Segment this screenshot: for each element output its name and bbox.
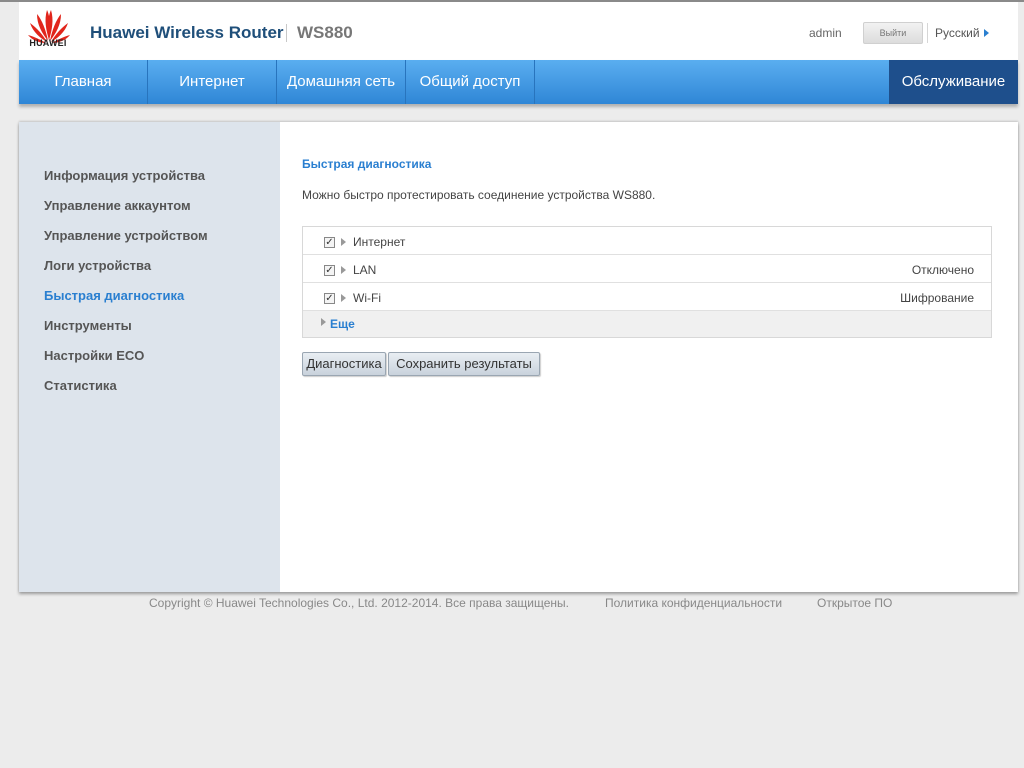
brand-title: Huawei Wireless Router xyxy=(90,23,284,42)
logo-text: HUAWEI xyxy=(29,38,67,48)
diagnostics-list: ✓ Интернет ✓ LAN Отключено ✓ Wi-Fi Шифро… xyxy=(302,226,992,338)
sidebar-item-statistics[interactable]: Статистика xyxy=(44,378,117,393)
row-label: LAN xyxy=(353,263,377,277)
sidebar-item-eco[interactable]: Настройки ECO xyxy=(44,348,144,363)
nav-sharing[interactable]: Общий доступ xyxy=(406,60,535,104)
row-status: Отключено xyxy=(911,263,974,277)
row-status: Шифрование xyxy=(900,291,974,305)
lan-checkbox[interactable]: ✓ xyxy=(324,265,335,276)
expand-arrow-icon[interactable] xyxy=(321,318,326,326)
sidebar-item-tools[interactable]: Инструменты xyxy=(44,318,132,333)
main-panel: Информация устройства Управление аккаунт… xyxy=(19,122,1018,592)
header: HUAWEI Huawei Wireless Router WS880 admi… xyxy=(19,2,1018,60)
save-results-button[interactable]: Сохранить результаты xyxy=(388,352,540,376)
privacy-link[interactable]: Политика конфиденциальности xyxy=(605,596,782,610)
expand-arrow-icon[interactable] xyxy=(341,294,346,302)
language-selector[interactable]: Русский xyxy=(935,26,980,40)
wifi-checkbox[interactable]: ✓ xyxy=(324,293,335,304)
copyright-text: Copyright © Huawei Technologies Co., Ltd… xyxy=(149,596,569,610)
chevron-right-icon[interactable] xyxy=(984,29,989,37)
internet-checkbox[interactable]: ✓ xyxy=(324,237,335,248)
sidebar: Информация устройства Управление аккаунт… xyxy=(19,122,280,592)
more-row[interactable]: Еще xyxy=(303,311,991,337)
list-item: ✓ LAN Отключено xyxy=(303,255,991,283)
list-item: ✓ Интернет xyxy=(303,227,991,255)
user-name: admin xyxy=(809,26,842,40)
row-label: Wi-Fi xyxy=(353,291,381,305)
content-area: Быстрая диагностика Можно быстро протест… xyxy=(302,122,1002,592)
list-item: ✓ Wi-Fi Шифрование xyxy=(303,283,991,311)
sidebar-item-logs[interactable]: Логи устройства xyxy=(44,258,151,273)
language-divider xyxy=(927,23,928,43)
sidebar-item-device-management[interactable]: Управление устройством xyxy=(44,228,208,243)
opensource-link[interactable]: Открытое ПО xyxy=(817,596,892,610)
more-link[interactable]: Еще xyxy=(330,317,355,331)
sidebar-item-account[interactable]: Управление аккаунтом xyxy=(44,198,191,213)
diagnose-button[interactable]: Диагностика xyxy=(302,352,386,376)
expand-arrow-icon[interactable] xyxy=(341,266,346,274)
nav-home[interactable]: Главная xyxy=(19,60,148,104)
main-nav: Главная Интернет Домашняя сеть Общий дос… xyxy=(19,60,1018,104)
nav-home-network[interactable]: Домашняя сеть xyxy=(277,60,406,104)
nav-internet[interactable]: Интернет xyxy=(148,60,277,104)
nav-maintenance[interactable]: Обслуживание xyxy=(889,60,1018,104)
expand-arrow-icon[interactable] xyxy=(341,238,346,246)
row-label: Интернет xyxy=(353,235,406,249)
sidebar-item-quick-diagnostics[interactable]: Быстрая диагностика xyxy=(44,288,184,303)
page-title: Быстрая диагностика xyxy=(302,157,432,171)
page-description: Можно быстро протестировать соединение у… xyxy=(302,188,656,202)
model-name: WS880 xyxy=(297,23,353,42)
sidebar-item-device-info[interactable]: Информация устройства xyxy=(44,168,205,183)
logout-button[interactable]: Выйти xyxy=(863,22,923,44)
brand-divider xyxy=(286,24,287,42)
